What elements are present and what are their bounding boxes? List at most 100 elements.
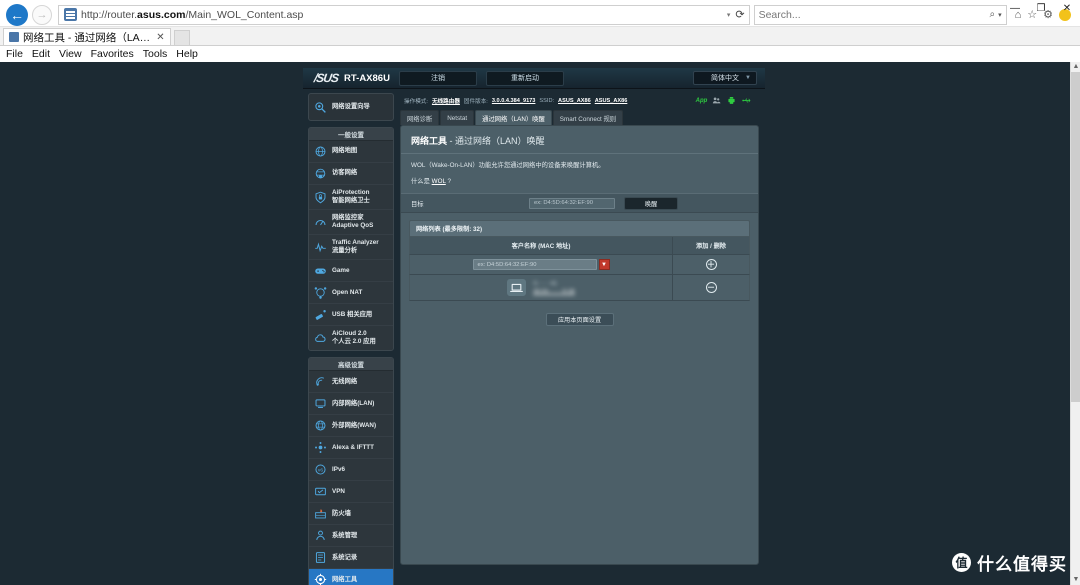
menu-bar: File Edit View Favorites Tools Help [0, 46, 1080, 63]
sidebar-item-wan[interactable]: 外部网络(WAN) [309, 415, 393, 438]
firewall-icon [314, 507, 327, 520]
wake-button[interactable]: 唤醒 [624, 196, 678, 210]
navigation-bar: ← → http://router.asus.com/Main_WOL_Cont… [0, 0, 1080, 27]
ssid-24g-value[interactable]: ASUS_AX86 [558, 98, 591, 104]
search-input[interactable]: Search... ⌕ ▾ [753, 4, 1007, 25]
admin-icon [314, 529, 327, 542]
sidebar-item-wireless[interactable]: 无线网络 [309, 371, 393, 394]
sidebar-wizard-card: 网络设置向导 [308, 93, 394, 121]
watermark: 值 什么值得买 [952, 550, 1067, 575]
sidebar-item-aicloud[interactable]: AiCloud 2.0 个人云 2.0 应用 [309, 326, 393, 351]
sidebar-item-vpn[interactable]: VPN [309, 481, 393, 504]
sidebar-item-setup-wizard[interactable]: 网络设置向导 [309, 94, 393, 120]
add-button[interactable]: ＋ [705, 259, 717, 271]
wan-icon [314, 419, 327, 432]
back-button[interactable]: ← [6, 3, 28, 26]
sidebar-item-alexa-ifttt[interactable]: Alexa & IFTTT [309, 437, 393, 460]
sidebar-item-firewall[interactable]: 防火墙 [309, 503, 393, 526]
maximize-button[interactable]: ❐ [1028, 0, 1054, 18]
sidebar-item-game[interactable]: Game [309, 260, 393, 283]
menu-item-file[interactable]: File [6, 48, 23, 60]
printer-icon[interactable] [727, 96, 736, 105]
menu-item-edit[interactable]: Edit [32, 48, 50, 60]
usb-device-icon[interactable] [742, 96, 751, 105]
menu-item-tools[interactable]: Tools [143, 48, 168, 60]
page-favicon-icon [64, 8, 77, 21]
sidebar-item-open-nat[interactable]: Open NAT [309, 282, 393, 305]
sidebar-general-header: 一般设置 [309, 128, 393, 141]
page-viewport: /SUS RT-AX86U 注销 重新启动 简体中文 ▼ 网络设置向导 一般设置… [0, 62, 1080, 585]
logout-button[interactable]: 注销 [398, 70, 477, 86]
browser-tab-active[interactable]: 网络工具 - 通过网络（LA… ✕ [3, 28, 171, 45]
app-icon[interactable]: App [696, 96, 708, 105]
wol-faq-link[interactable]: 什么是 WOL ? [401, 171, 758, 193]
search-icon[interactable]: ⌕ [989, 9, 995, 20]
menu-item-favorites[interactable]: Favorites [91, 48, 134, 60]
new-tab-button[interactable] [173, 30, 190, 45]
watermark-badge: 值 [952, 553, 971, 572]
reload-icon[interactable]: ⟳ [735, 8, 744, 21]
sidebar-item-aiprotection[interactable]: AiProtection 智能网络卫士 [309, 185, 393, 211]
chevron-down-icon[interactable]: ▼ [598, 259, 610, 271]
wifi-icon [314, 375, 327, 388]
sidebar-item-guest-network[interactable]: 访客网络 [309, 163, 393, 185]
device-cell: S·······41 30:24:·······6:1B [410, 275, 673, 301]
tab-network-diagnostic[interactable]: 网络诊断 [400, 110, 440, 125]
ssid-5g-value[interactable]: ASUS_AX86 [595, 98, 628, 104]
address-bar[interactable]: http://router.asus.com/Main_WOL_Content.… [58, 4, 750, 25]
sidebar-item-administration[interactable]: 系统管理 [309, 525, 393, 548]
minimize-button[interactable]: — [1002, 0, 1028, 18]
sidebar-advanced-card: 高级设置 无线网络 内部网络(LAN) 外部网络(WAN) Alexa & IF… [308, 357, 394, 585]
sidebar-item-adaptive-qos[interactable]: 网络监控家 Adaptive QoS [309, 210, 393, 236]
close-button[interactable]: ✕ [1054, 0, 1080, 18]
sidebar-item-usb-application[interactable]: USB 相关应用 [309, 304, 393, 327]
sidebar-item-ipv6[interactable]: v6 IPv6 [309, 459, 393, 482]
menu-item-view[interactable]: View [59, 48, 82, 60]
chevron-down-icon[interactable]: ▾ [727, 11, 731, 19]
tab-netstat[interactable]: Netstat [440, 110, 475, 125]
tab-close-icon[interactable]: ✕ [156, 32, 164, 43]
firmware-version-value[interactable]: 3.0.0.4.384_9173 [492, 98, 536, 104]
vpn-icon [314, 485, 327, 498]
operation-mode-value[interactable]: 无线路由器 [432, 97, 460, 105]
sidebar-item-label: 网络监控家 Adaptive QoS [332, 214, 374, 230]
menu-item-help[interactable]: Help [176, 48, 198, 60]
tab-smart-connect-rule[interactable]: Smart Connect 规则 [552, 110, 624, 125]
router-admin-ui: /SUS RT-AX86U 注销 重新启动 简体中文 ▼ 网络设置向导 一般设置… [303, 68, 765, 585]
page-title-sub: - 通过网络（LAN）唤醒 [449, 136, 545, 146]
scroll-down-arrow[interactable]: ▼ [1071, 575, 1080, 585]
scrollbar-thumb[interactable] [1071, 72, 1080, 402]
operation-mode-label: 操作模式: [404, 98, 428, 105]
reboot-button[interactable]: 重新启动 [485, 70, 564, 86]
sidebar-item-system-log[interactable]: 系统记录 [309, 547, 393, 570]
asus-logo: /SUS [313, 71, 339, 85]
alexa-icon [314, 441, 327, 454]
sidebar-item-label: 系统记录 [332, 553, 358, 561]
language-selector[interactable]: 简体中文 ▼ [693, 71, 757, 85]
network-list-section: 网络列表 (最多限制: 32) 客户名称 (MAC 地址) 添加 / 删除 ex… [401, 213, 758, 302]
remove-button[interactable]: － [705, 282, 717, 294]
cloud-icon [314, 332, 327, 345]
tab-wake-on-lan[interactable]: 通过网络（LAN）唤醒 [475, 110, 552, 125]
column-client-name: 客户名称 (MAC 地址) [410, 237, 673, 255]
faq-link-text[interactable]: WOL [432, 178, 446, 185]
sidebar: 网络设置向导 一般设置 网络地图 访客网络 AiProtection 智能网络卫… [303, 89, 398, 585]
apply-button[interactable]: 应用本页面设置 [545, 313, 614, 327]
sidebar-item-network-map[interactable]: 网络地图 [309, 141, 393, 163]
sidebar-item-lan[interactable]: 内部网络(LAN) [309, 393, 393, 416]
target-mac-input[interactable]: ex: D4:5D:64:32:EF:90 [529, 197, 615, 209]
sidebar-item-label: VPN [332, 487, 345, 495]
forward-button[interactable]: → [32, 4, 52, 25]
main-content: 操作模式: 无线路由器 固件版本: 3.0.0.4.384_9173 SSID:… [398, 89, 765, 585]
sidebar-item-traffic-analyzer[interactable]: Traffic Analyzer 流量分析 [309, 235, 393, 261]
page-scrollbar[interactable]: ▲ ▼ [1070, 62, 1080, 585]
sidebar-item-network-tools[interactable]: 网络工具 [309, 569, 393, 585]
search-controls: ⌕ ▾ [989, 9, 1001, 20]
faq-prefix: 什么是 [411, 178, 432, 186]
device-mac[interactable]: 30:24:·······6:1B [533, 289, 575, 295]
scroll-up-arrow[interactable]: ▲ [1071, 62, 1080, 72]
faq-suffix: ? [445, 178, 452, 186]
sidebar-item-label: Traffic Analyzer 流量分析 [332, 239, 379, 255]
clients-icon[interactable] [712, 96, 721, 105]
mac-address-input[interactable]: ex: D4:5D:64:32:EF:90 [472, 259, 597, 271]
